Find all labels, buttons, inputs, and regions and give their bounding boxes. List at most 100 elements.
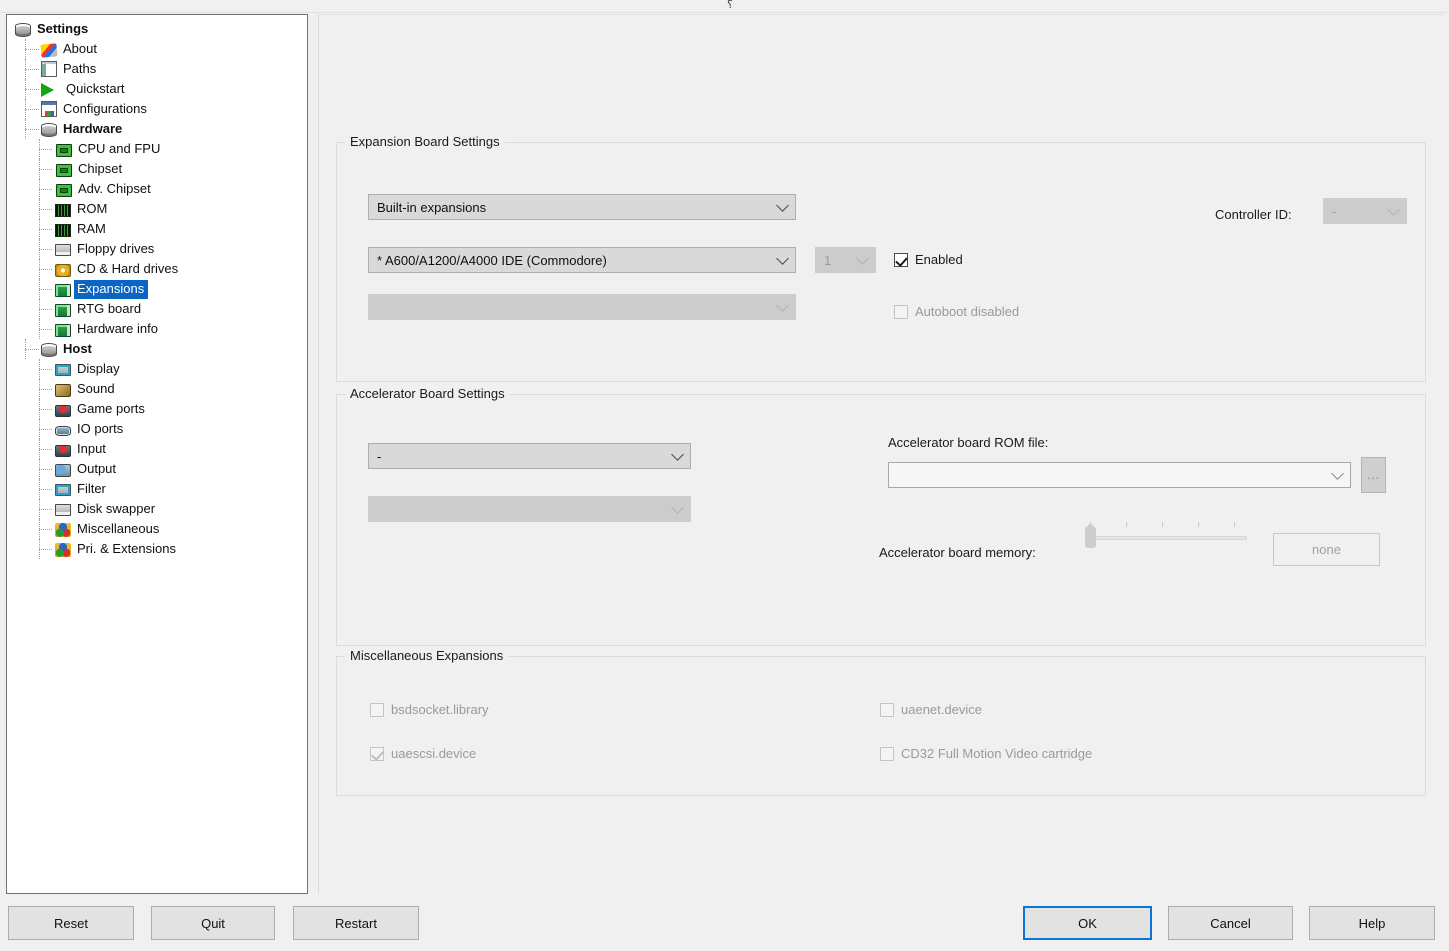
sidebar-item-paths[interactable]: Paths — [7, 59, 307, 79]
sidebar-item-adv-chipset[interactable]: Adv. Chipset — [7, 179, 307, 199]
expansion-board-combo[interactable]: * A600/A1200/A4000 IDE (Commodore) — [368, 247, 796, 273]
sidebar-item-hardware-info[interactable]: Hardware info — [7, 319, 307, 339]
sidebar-item-display[interactable]: Display — [7, 359, 307, 379]
rom-icon — [55, 203, 71, 217]
sidebar-item-io-ports[interactable]: IO ports — [7, 419, 307, 439]
tree-elbow-line — [39, 449, 52, 450]
autoboot-disabled-checkbox[interactable]: Autoboot disabled — [894, 304, 1019, 319]
checkbox-box — [370, 746, 384, 761]
cancel-button[interactable]: Cancel — [1168, 906, 1293, 940]
board-icon — [55, 303, 71, 317]
sidebar-item-quickstart[interactable]: Quickstart — [7, 79, 307, 99]
enabled-checkbox[interactable]: Enabled — [894, 252, 963, 267]
accelerator-memory-slider[interactable] — [1085, 522, 1247, 550]
sidebar-item-filter[interactable]: Filter — [7, 479, 307, 499]
slider-track[interactable] — [1085, 536, 1247, 540]
controller-id-combo[interactable]: - — [1323, 198, 1407, 224]
expansion-category-combo[interactable]: Built-in expansions — [368, 194, 796, 220]
sidebar-item-pri-extensions[interactable]: Pri. & Extensions — [7, 539, 307, 559]
sidebar-item-cd-hard-drives[interactable]: CD & Hard drives — [7, 259, 307, 279]
chevron-down-icon — [776, 199, 789, 212]
sidebar-item-miscellaneous[interactable]: Miscellaneous — [7, 519, 307, 539]
accelerator-memory-value-text: none — [1312, 542, 1341, 557]
chevron-down-icon — [671, 448, 684, 461]
sidebar-item-label: Disk swapper — [77, 501, 156, 516]
sidebar-item-sound[interactable]: Sound — [7, 379, 307, 399]
sound-icon — [55, 383, 71, 397]
sidebar-item-configurations[interactable]: Configurations — [7, 99, 307, 119]
uaescsi-device-checkbox[interactable]: uaescsi.device — [370, 746, 476, 761]
sidebar-item-expansions[interactable]: Expansions — [7, 279, 307, 299]
sidebar-item-rtg-board[interactable]: RTG board — [7, 299, 307, 319]
sidebar-item-ram[interactable]: RAM — [7, 219, 307, 239]
expansion-count-value: 1 — [824, 252, 832, 268]
expansion-count-combo[interactable]: 1 — [815, 247, 876, 273]
sidebar-item-about[interactable]: About — [7, 39, 307, 59]
slider-thumb[interactable] — [1085, 527, 1096, 548]
pencil-icon — [40, 42, 58, 58]
tree-elbow-line — [39, 529, 52, 530]
chip-icon — [56, 183, 72, 197]
sidebar-item-chipset[interactable]: Chipset — [7, 159, 307, 179]
accelerator-board-combo[interactable]: - — [368, 443, 691, 469]
tree-elbow-line — [39, 509, 52, 510]
chip-icon — [56, 143, 72, 157]
uaescsi-device-label: uaescsi.device — [391, 746, 477, 761]
expansion-sub-combo[interactable] — [368, 294, 796, 320]
sidebar-item-game-ports[interactable]: Game ports — [7, 399, 307, 419]
quit-button-label: Quit — [201, 915, 225, 931]
chevron-down-icon — [671, 501, 684, 514]
uaenet-device-checkbox[interactable]: uaenet.device — [880, 702, 982, 717]
sidebar-item-label: Host — [63, 341, 92, 356]
accelerator-sub-combo[interactable] — [368, 496, 691, 522]
rom-icon — [55, 223, 71, 237]
sidebar-item-cpu-and-fpu[interactable]: CPU and FPU — [7, 139, 307, 159]
ok-button[interactable]: OK — [1023, 906, 1152, 940]
sidebar-item-host[interactable]: Host — [7, 339, 307, 359]
help-button-label: Help — [1358, 915, 1386, 931]
tree-elbow-line — [39, 209, 52, 210]
help-button[interactable]: Help — [1309, 906, 1435, 940]
sidebar-item-rom[interactable]: ROM — [7, 199, 307, 219]
sidebar-item-output[interactable]: Output — [7, 459, 307, 479]
ok-button-label: OK — [1078, 915, 1097, 931]
accelerator-rom-file-label: Accelerator board ROM file: — [888, 435, 1049, 450]
browse-rom-file-button[interactable]: ... — [1361, 457, 1386, 493]
output-icon — [55, 463, 71, 477]
settings-tree[interactable]: Settings About Paths Quickstart Configuratio… — [7, 15, 307, 559]
expansion-board-settings-group: Expansion Board Settings Built-in expans… — [336, 134, 1426, 382]
reset-button[interactable]: Reset — [8, 906, 134, 940]
sidebar-item-label: IO ports — [77, 421, 124, 436]
tree-elbow-line — [39, 189, 52, 190]
sidebar-item-label: Adv. Chipset — [78, 181, 151, 196]
tree-elbow-line — [25, 49, 39, 50]
sidebar-item-hardware[interactable]: Hardware — [7, 119, 307, 139]
quit-button[interactable]: Quit — [151, 906, 275, 940]
bsdsocket-library-checkbox[interactable]: bsdsocket.library — [370, 702, 489, 717]
sidebar-item-label: Display — [77, 361, 120, 376]
accelerator-rom-file-combo[interactable] — [888, 462, 1351, 488]
accelerator-board-settings-legend: Accelerator Board Settings — [345, 386, 510, 401]
config-icon — [41, 101, 57, 117]
sidebar-item-label: Output — [77, 461, 117, 476]
tree-elbow-line — [25, 89, 39, 90]
sidebar-item-input[interactable]: Input — [7, 439, 307, 459]
sidebar-item-label: Floppy drives — [77, 241, 155, 256]
settings-tree-panel[interactable]: Settings About Paths Quickstart Configuratio… — [6, 14, 308, 894]
sidebar-item-settings[interactable]: Settings — [7, 19, 307, 39]
accelerator-board-settings-group: Accelerator Board Settings - Accelerator… — [336, 386, 1426, 646]
restart-button[interactable]: Restart — [293, 906, 419, 940]
checkbox-box — [370, 702, 384, 717]
sidebar-item-disk-swapper[interactable]: Disk swapper — [7, 499, 307, 519]
chip-icon — [56, 163, 72, 177]
sidebar-item-floppy-drives[interactable]: Floppy drives — [7, 239, 307, 259]
sidebar-item-label: CD & Hard drives — [77, 261, 179, 276]
tree-elbow-line — [39, 289, 52, 290]
miscellaneous-expansions-group: Miscellaneous Expansions bsdsocket.libra… — [336, 648, 1426, 796]
tree-elbow-line — [39, 269, 52, 270]
sidebar-item-label: Sound — [77, 381, 115, 396]
tree-elbow-line — [25, 109, 39, 110]
db-icon — [15, 22, 31, 37]
tree-elbow-line — [25, 349, 39, 350]
cd32-fmv-cartridge-checkbox[interactable]: CD32 Full Motion Video cartridge — [880, 746, 1092, 761]
